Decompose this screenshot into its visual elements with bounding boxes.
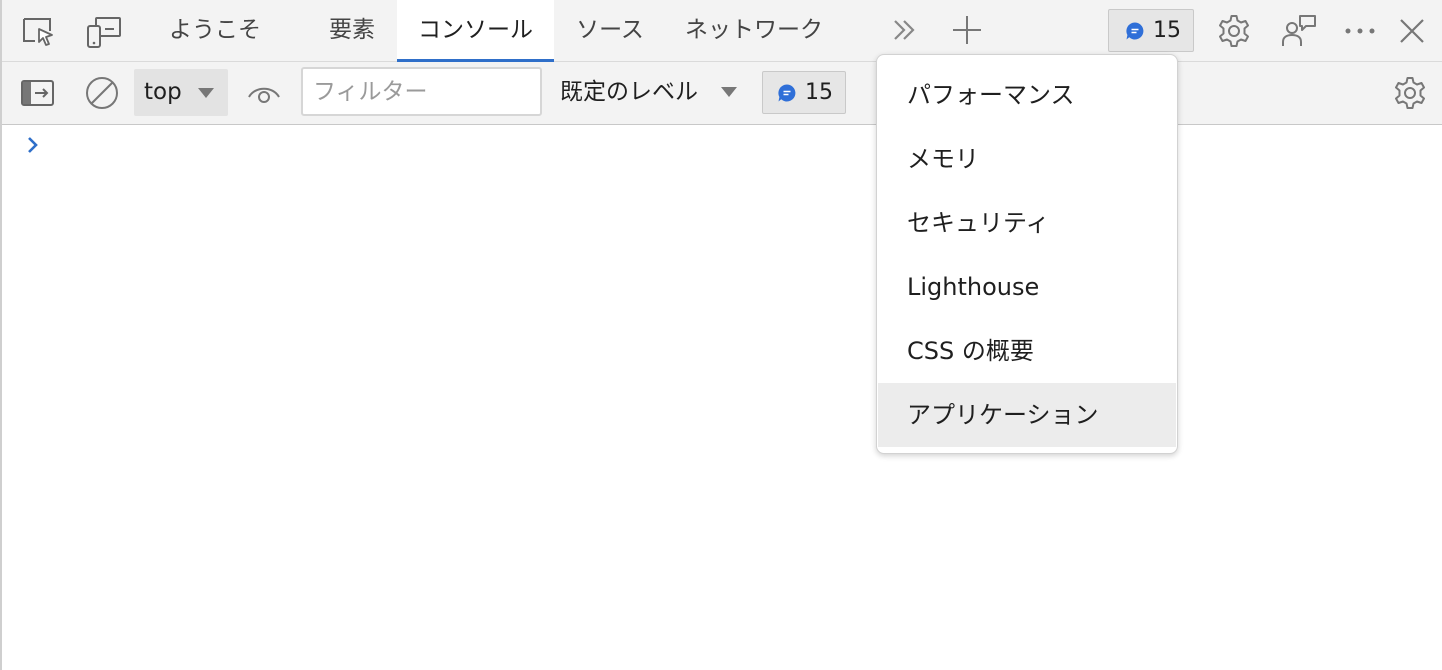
context-label: top bbox=[144, 79, 182, 105]
clear-console-icon[interactable] bbox=[84, 75, 120, 111]
menu-item-lighthouse[interactable]: Lighthouse bbox=[877, 255, 1177, 319]
more-tools-menu: パフォーマンス メモリ セキュリティ Lighthouse CSS の概要 アプ… bbox=[876, 54, 1178, 454]
sidebar-toggle-icon[interactable] bbox=[20, 78, 56, 108]
context-selector[interactable]: top bbox=[134, 69, 228, 116]
plus-icon[interactable] bbox=[950, 12, 984, 48]
tab-network[interactable]: ネットワーク bbox=[674, 0, 834, 61]
ellipsis-icon[interactable] bbox=[1342, 20, 1378, 42]
console-toolbar: top 既定のレベル 15 bbox=[2, 62, 1442, 125]
double-chevron-right-icon[interactable] bbox=[890, 16, 918, 44]
console-issues-count: 15 bbox=[805, 80, 833, 105]
tab-elements[interactable]: 要素 bbox=[320, 0, 384, 61]
eye-icon[interactable] bbox=[246, 80, 282, 108]
close-icon[interactable] bbox=[1396, 15, 1428, 47]
log-levels-dropdown[interactable]: 既定のレベル bbox=[560, 62, 698, 122]
filter-input[interactable] bbox=[301, 67, 542, 116]
inspect-element-icon[interactable] bbox=[20, 15, 56, 49]
levels-dropdown-arrow-icon[interactable] bbox=[721, 87, 737, 97]
menu-item-performance[interactable]: パフォーマンス bbox=[877, 63, 1177, 127]
devtools-tab-bar: ようこそ 要素 コンソール ソース ネットワーク 15 bbox=[2, 0, 1442, 62]
menu-item-css-overview[interactable]: CSS の概要 bbox=[877, 319, 1177, 383]
menu-item-application[interactable]: アプリケーション bbox=[878, 383, 1176, 447]
console-output[interactable] bbox=[2, 125, 1442, 670]
chevron-right-icon bbox=[24, 133, 42, 157]
tab-console[interactable]: コンソール bbox=[397, 0, 554, 62]
tab-welcome[interactable]: ようこそ bbox=[160, 0, 270, 61]
message-icon bbox=[777, 83, 797, 103]
console-settings-gear-icon[interactable] bbox=[1392, 75, 1428, 111]
menu-item-memory[interactable]: メモリ bbox=[877, 127, 1177, 191]
message-icon bbox=[1125, 21, 1145, 41]
gear-icon[interactable] bbox=[1216, 13, 1252, 49]
tab-sources[interactable]: ソース bbox=[568, 0, 652, 61]
feedback-icon[interactable] bbox=[1280, 13, 1318, 49]
console-issues-button[interactable]: 15 bbox=[762, 71, 846, 114]
device-emulation-icon[interactable] bbox=[86, 15, 122, 49]
issues-count-button[interactable]: 15 bbox=[1108, 9, 1194, 52]
menu-item-security[interactable]: セキュリティ bbox=[877, 191, 1177, 255]
dropdown-arrow-icon bbox=[198, 88, 214, 98]
issues-count: 15 bbox=[1153, 18, 1181, 43]
